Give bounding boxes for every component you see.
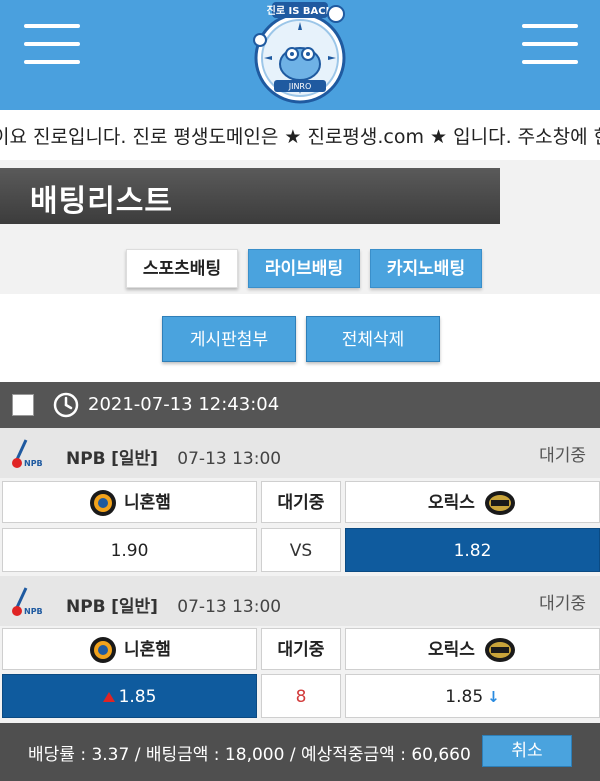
match-header: NPB NPB [일반] 07-13 13:00 대기중 [0, 576, 600, 626]
mid-label: 대기중 [277, 640, 325, 660]
away-team-cell: 오릭스 [345, 481, 600, 523]
attach-to-board-button[interactable]: 게시판첨부 [162, 316, 296, 362]
page-title-banner: 배팅리스트 [0, 168, 500, 224]
match-date: 07-13 13:00 [177, 449, 282, 469]
away-team-name: 오릭스 [428, 640, 475, 660]
status-badge: 대기중 [539, 446, 586, 466]
bet-summary-text: 배당률 : 3.37 / 배팅금액 : 18,000 / 예상적중금액 : 60… [28, 745, 471, 765]
away-team-name: 오릭스 [428, 493, 475, 513]
arrow-up-icon [102, 692, 115, 702]
fighters-logo-icon [90, 490, 117, 516]
svg-text:NPB: NPB [24, 607, 43, 616]
draw-odd-button[interactable]: VS [261, 528, 341, 572]
page-title: 배팅리스트 [30, 184, 173, 219]
buffaloes-logo-icon [484, 638, 515, 662]
tab-sports-betting[interactable]: 스포츠배팅 [126, 249, 238, 288]
bet-type: [일반] [111, 449, 158, 469]
match-date: 07-13 13:00 [177, 597, 282, 617]
mid-label: 대기중 [277, 493, 325, 513]
home-odd-button[interactable]: 1.90 [2, 528, 257, 572]
league-name: NPB [66, 449, 106, 469]
home-team-name: 니혼햄 [124, 640, 171, 660]
top-bar: JINRO 진로 IS BACK [0, 0, 600, 110]
home-team-name: 니혼햄 [124, 493, 171, 513]
home-team-cell: 니혼햄 [2, 628, 257, 670]
mid-label-cell: 대기중 [261, 481, 341, 523]
home-team-cell: 니혼햄 [2, 481, 257, 523]
clock-icon [53, 392, 79, 418]
home-odd-value: 1.85 [118, 687, 157, 707]
slip-datetime: 2021-07-13 12:43:04 [88, 394, 280, 415]
mid-label-cell: 대기중 [261, 628, 341, 670]
handicap-value: 8 [295, 687, 307, 707]
menu-hamburger-icon-right[interactable] [522, 24, 578, 64]
away-odd-button[interactable]: 1.85 ↓ [345, 674, 600, 718]
status-badge: 대기중 [539, 594, 586, 614]
fighters-logo-icon [90, 637, 117, 663]
match-info: NPB [일반] 07-13 13:00 [66, 444, 281, 469]
tab-casino-betting[interactable]: 카지노배팅 [370, 249, 482, 288]
logo-text: 진로 IS BACK [267, 4, 335, 17]
notice-ticker: 이요 진로입니다. 진로 평생도메인은 ★ 진로평생.com ★ 입니다. 주소… [0, 110, 600, 160]
home-odd-value: 1.90 [110, 541, 149, 561]
bet-slip-header: 2021-07-13 12:43:04 [0, 382, 600, 428]
delete-all-button[interactable]: 전체삭제 [306, 316, 440, 362]
npb-logo-icon: NPB [12, 439, 43, 468]
arrow-down-icon: ↓ [487, 688, 500, 706]
away-odd-value: 1.82 [453, 541, 492, 561]
bet-type: [일반] [111, 597, 158, 617]
svg-text:NPB: NPB [24, 459, 43, 468]
menu-hamburger-icon-left[interactable] [24, 24, 80, 64]
away-odd-value: 1.85 [445, 687, 484, 707]
tab-live-betting[interactable]: 라이브배팅 [248, 249, 360, 288]
logo-sub-text: JINRO [288, 82, 312, 91]
away-team-cell: 오릭스 [345, 628, 600, 670]
bet-type-tabs: 스포츠배팅 라이브배팅 카지노배팅 [0, 232, 600, 294]
buffaloes-logo-icon [484, 491, 515, 515]
mid-value: VS [289, 541, 313, 561]
league-name: NPB [66, 597, 106, 617]
site-logo[interactable]: JINRO 진로 IS BACK [238, 0, 362, 110]
match-info: NPB [일반] 07-13 13:00 [66, 592, 281, 617]
action-bar: 게시판첨부 전체삭제 [0, 294, 600, 382]
cancel-button[interactable]: 취소 [482, 735, 572, 767]
home-odd-button[interactable]: 1.85 [2, 674, 257, 718]
npb-logo-icon: NPB [12, 587, 43, 616]
ticker-text: 이요 진로입니다. 진로 평생도메인은 ★ 진로평생.com ★ 입니다. 주소… [0, 126, 600, 148]
bet-summary-footer: 배당률 : 3.37 / 배팅금액 : 18,000 / 예상적중금액 : 60… [0, 723, 600, 781]
match-header: NPB NPB [일반] 07-13 13:00 대기중 [0, 428, 600, 478]
select-slip-checkbox[interactable] [12, 394, 34, 416]
handicap-button[interactable]: 8 [261, 674, 341, 718]
away-odd-button[interactable]: 1.82 [345, 528, 600, 572]
